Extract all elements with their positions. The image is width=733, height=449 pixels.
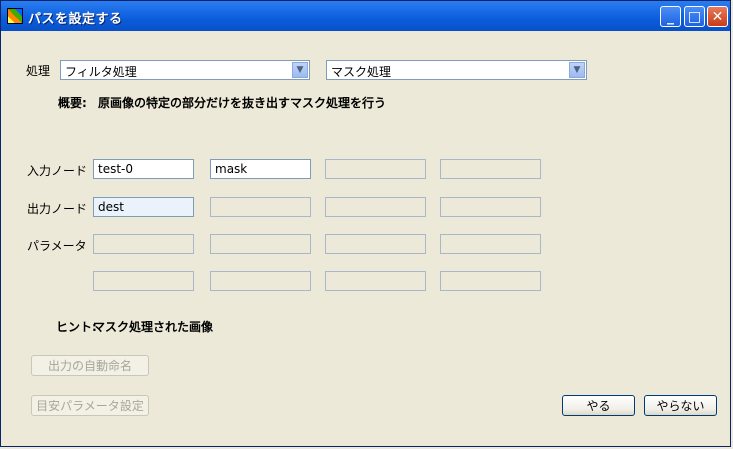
input-node-2[interactable]: mask: [210, 159, 311, 179]
parameter-2-2[interactable]: [210, 271, 311, 291]
subprocess-select[interactable]: マスク処理 ▼: [326, 60, 587, 80]
minimize-icon: _: [667, 8, 674, 25]
maximize-button[interactable]: □: [684, 6, 705, 27]
parameter-label: パラメータ: [27, 239, 87, 253]
summary-text: 原画像の特定の部分だけを抜き出すマスク処理を行う: [98, 96, 387, 110]
parameter-1-2[interactable]: [210, 234, 311, 254]
parameter-2-3[interactable]: [325, 271, 426, 291]
maximize-icon: □: [687, 8, 702, 25]
parameter-1-3[interactable]: [325, 234, 426, 254]
dont-button[interactable]: やらない: [644, 395, 717, 416]
app-icon: [7, 8, 23, 24]
output-node-4[interactable]: [440, 197, 541, 217]
subprocess-select-value: マスク処理: [331, 65, 392, 79]
output-node-1[interactable]: dest: [93, 197, 194, 217]
title-bar[interactable]: パスを設定する _ □ ✕: [1, 1, 730, 31]
auto-name-button[interactable]: 出力の自動命名: [31, 355, 149, 376]
minimize-button[interactable]: _: [660, 6, 681, 27]
input-node-label: 入力ノード: [27, 164, 88, 178]
dialog-window: パスを設定する _ □ ✕ 処理 フィルタ処理 ▼ マスク処理 ▼ 概要: 原画…: [0, 0, 731, 447]
parameter-2-1[interactable]: [93, 271, 194, 291]
window-title: パスを設定する: [28, 12, 123, 27]
do-button[interactable]: やる: [562, 395, 635, 416]
chevron-down-icon[interactable]: ▼: [569, 62, 585, 78]
output-node-label: 出力ノード: [27, 202, 88, 216]
hint-text: マスク処理された画像: [93, 320, 214, 334]
process-select[interactable]: フィルタ処理 ▼: [60, 60, 310, 80]
input-node-3[interactable]: [325, 159, 426, 179]
input-node-4[interactable]: [440, 159, 541, 179]
output-node-2[interactable]: [210, 197, 311, 217]
hint-label: ヒント:: [56, 320, 97, 334]
close-button[interactable]: ✕: [707, 6, 728, 27]
parameter-2-4[interactable]: [440, 271, 541, 291]
chevron-down-icon[interactable]: ▼: [292, 62, 308, 78]
output-node-3[interactable]: [325, 197, 426, 217]
process-select-value: フィルタ処理: [65, 65, 137, 79]
process-label: 処理: [26, 64, 51, 78]
summary-label: 概要:: [58, 96, 87, 110]
close-icon: ✕: [711, 8, 724, 25]
param-preset-button[interactable]: 目安パラメータ設定: [31, 395, 149, 416]
parameter-1-1[interactable]: [93, 234, 194, 254]
parameter-1-4[interactable]: [440, 234, 541, 254]
input-node-1[interactable]: test-0: [93, 159, 194, 179]
